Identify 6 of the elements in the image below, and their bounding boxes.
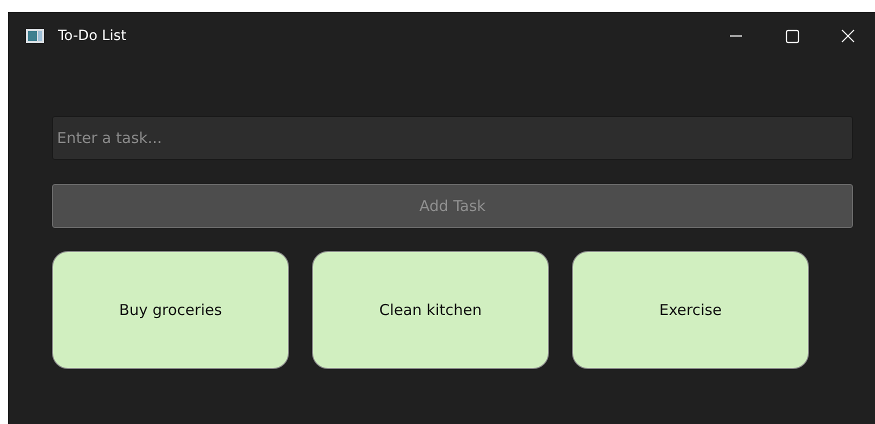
- window-title: To-Do List: [58, 28, 126, 44]
- task-card[interactable]: Buy groceries: [52, 251, 289, 369]
- task-card[interactable]: Exercise: [572, 251, 809, 369]
- task-input-field[interactable]: Enter a task...: [52, 116, 853, 160]
- task-card[interactable]: Clean kitchen: [312, 251, 549, 369]
- app-icon: [26, 29, 44, 43]
